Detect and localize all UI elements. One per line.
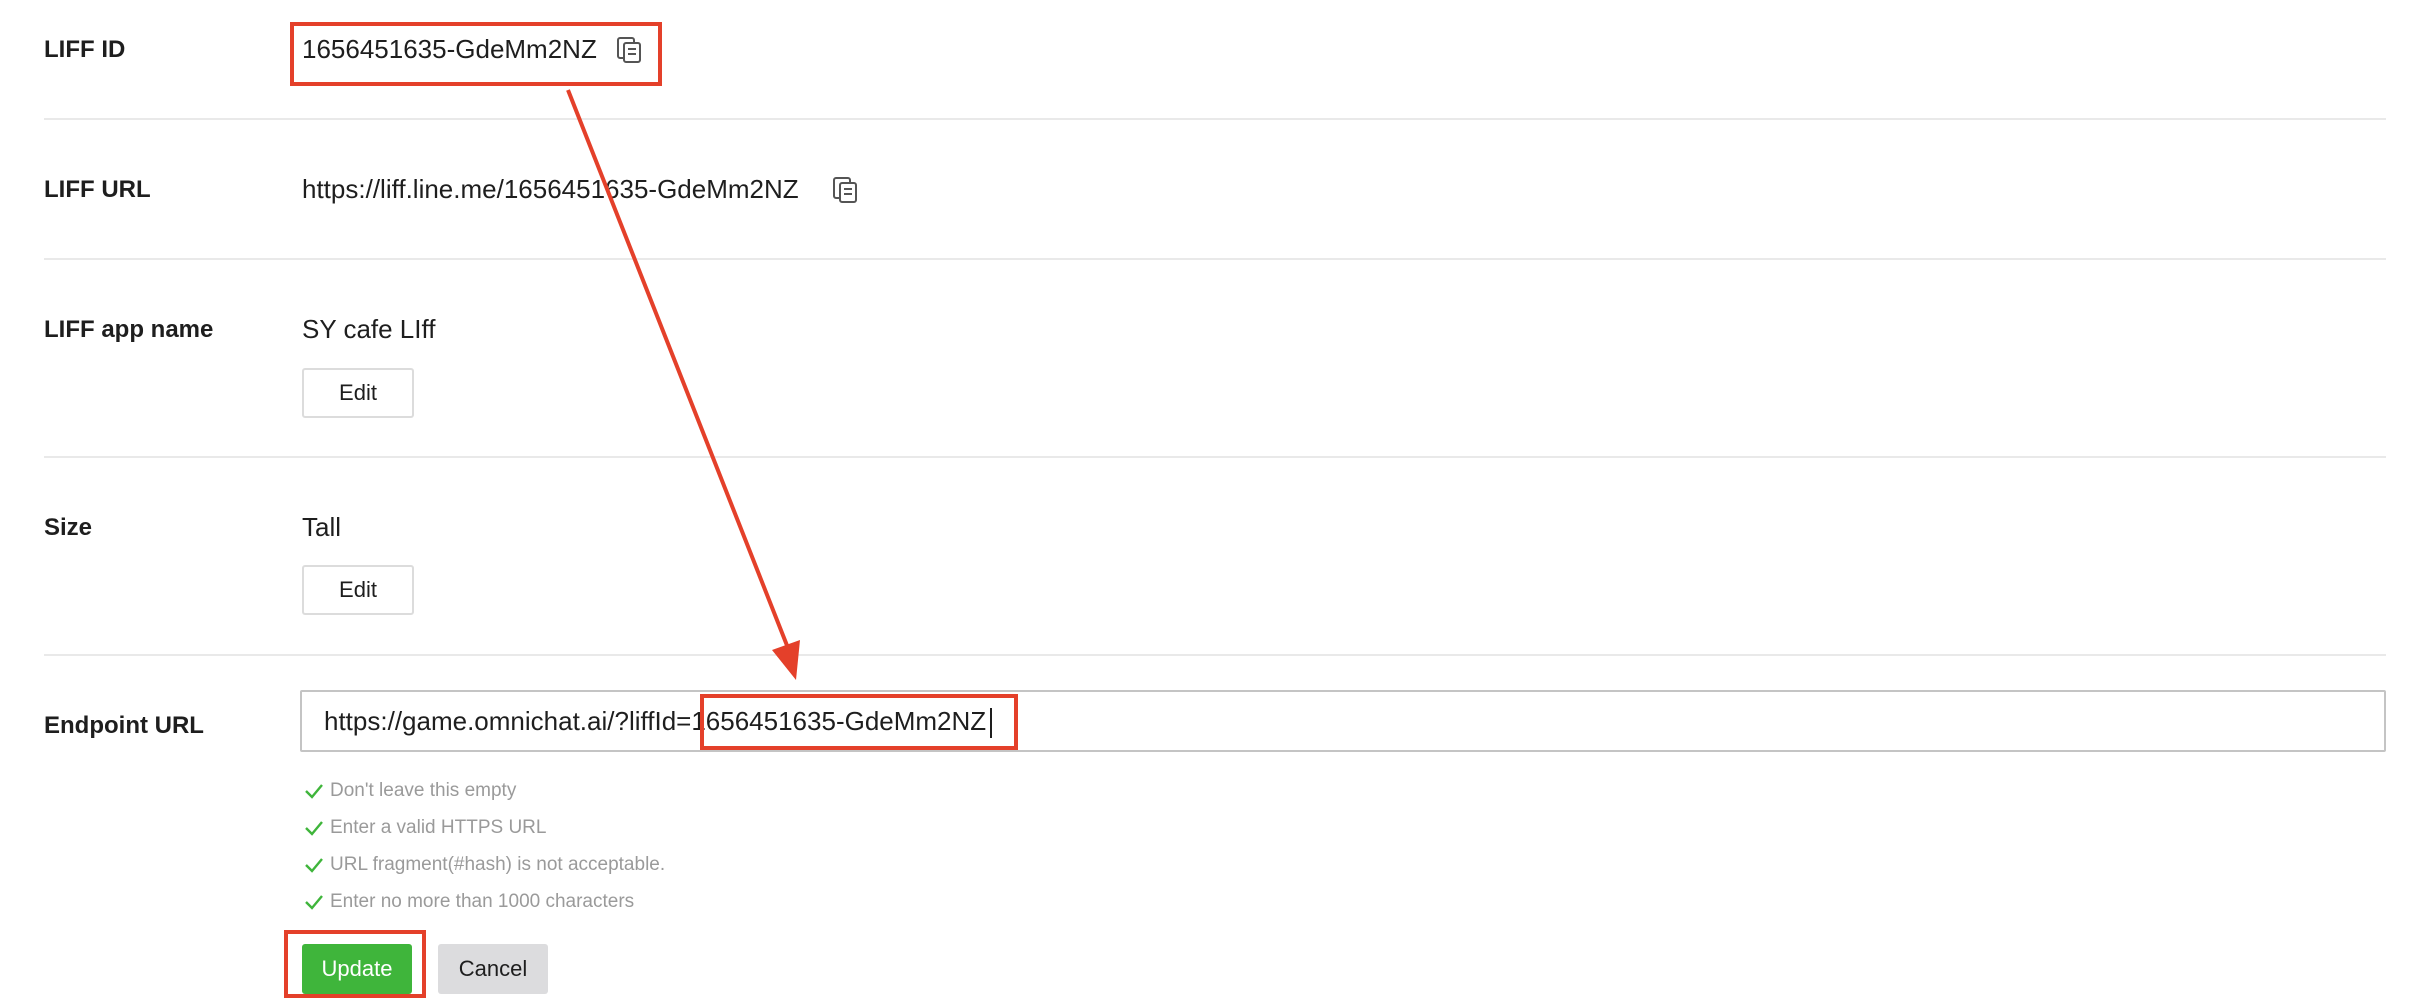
text-caret xyxy=(990,708,992,738)
copy-icon[interactable] xyxy=(616,36,642,64)
validation-item: URL fragment(#hash) is not acceptable. xyxy=(304,854,665,876)
validation-item: Enter no more than 1000 characters xyxy=(304,891,634,913)
liff-id-value: 1656451635-GdeMm2NZ xyxy=(302,34,597,64)
validation-item: Enter a valid HTTPS URL xyxy=(304,817,546,839)
size-value: Tall xyxy=(302,512,342,542)
validation-text: URL fragment(#hash) is not acceptable. xyxy=(330,854,666,875)
liff-id-label: LIFF ID xyxy=(44,36,126,63)
edit-app-name-button[interactable]: Edit xyxy=(302,368,414,418)
edit-size-button[interactable]: Edit xyxy=(302,565,414,615)
annotation-arrow xyxy=(566,89,800,680)
check-icon xyxy=(305,784,323,799)
size-label: Size xyxy=(44,514,93,541)
validation-text: Enter a valid HTTPS URL xyxy=(330,817,547,838)
validation-text: Enter no more than 1000 characters xyxy=(330,891,635,912)
liff-url-label: LIFF URL xyxy=(44,176,151,203)
liff-url-value: https://liff.line.me/1656451635-GdeMm2NZ xyxy=(302,174,799,204)
update-button[interactable]: Update xyxy=(302,944,412,994)
app-name-value: SY cafe LIff xyxy=(302,314,436,344)
check-icon xyxy=(305,895,323,910)
row-divider xyxy=(44,654,2386,656)
app-name-label: LIFF app name xyxy=(44,316,214,343)
cancel-button[interactable]: Cancel xyxy=(438,944,548,994)
endpoint-url-input-value: https://game.omnichat.ai/?liffId=1656451… xyxy=(324,706,987,736)
check-icon xyxy=(305,821,323,836)
validation-text: Don't leave this empty xyxy=(330,780,517,801)
row-divider xyxy=(44,118,2386,120)
row-divider xyxy=(44,258,2386,260)
copy-icon[interactable] xyxy=(832,176,858,204)
check-icon xyxy=(305,858,323,873)
endpoint-url-label: Endpoint URL xyxy=(44,712,204,739)
validation-item: Don't leave this empty xyxy=(304,780,516,802)
endpoint-url-input[interactable]: https://game.omnichat.ai/?liffId=1656451… xyxy=(300,690,2386,752)
row-divider xyxy=(44,456,2386,458)
